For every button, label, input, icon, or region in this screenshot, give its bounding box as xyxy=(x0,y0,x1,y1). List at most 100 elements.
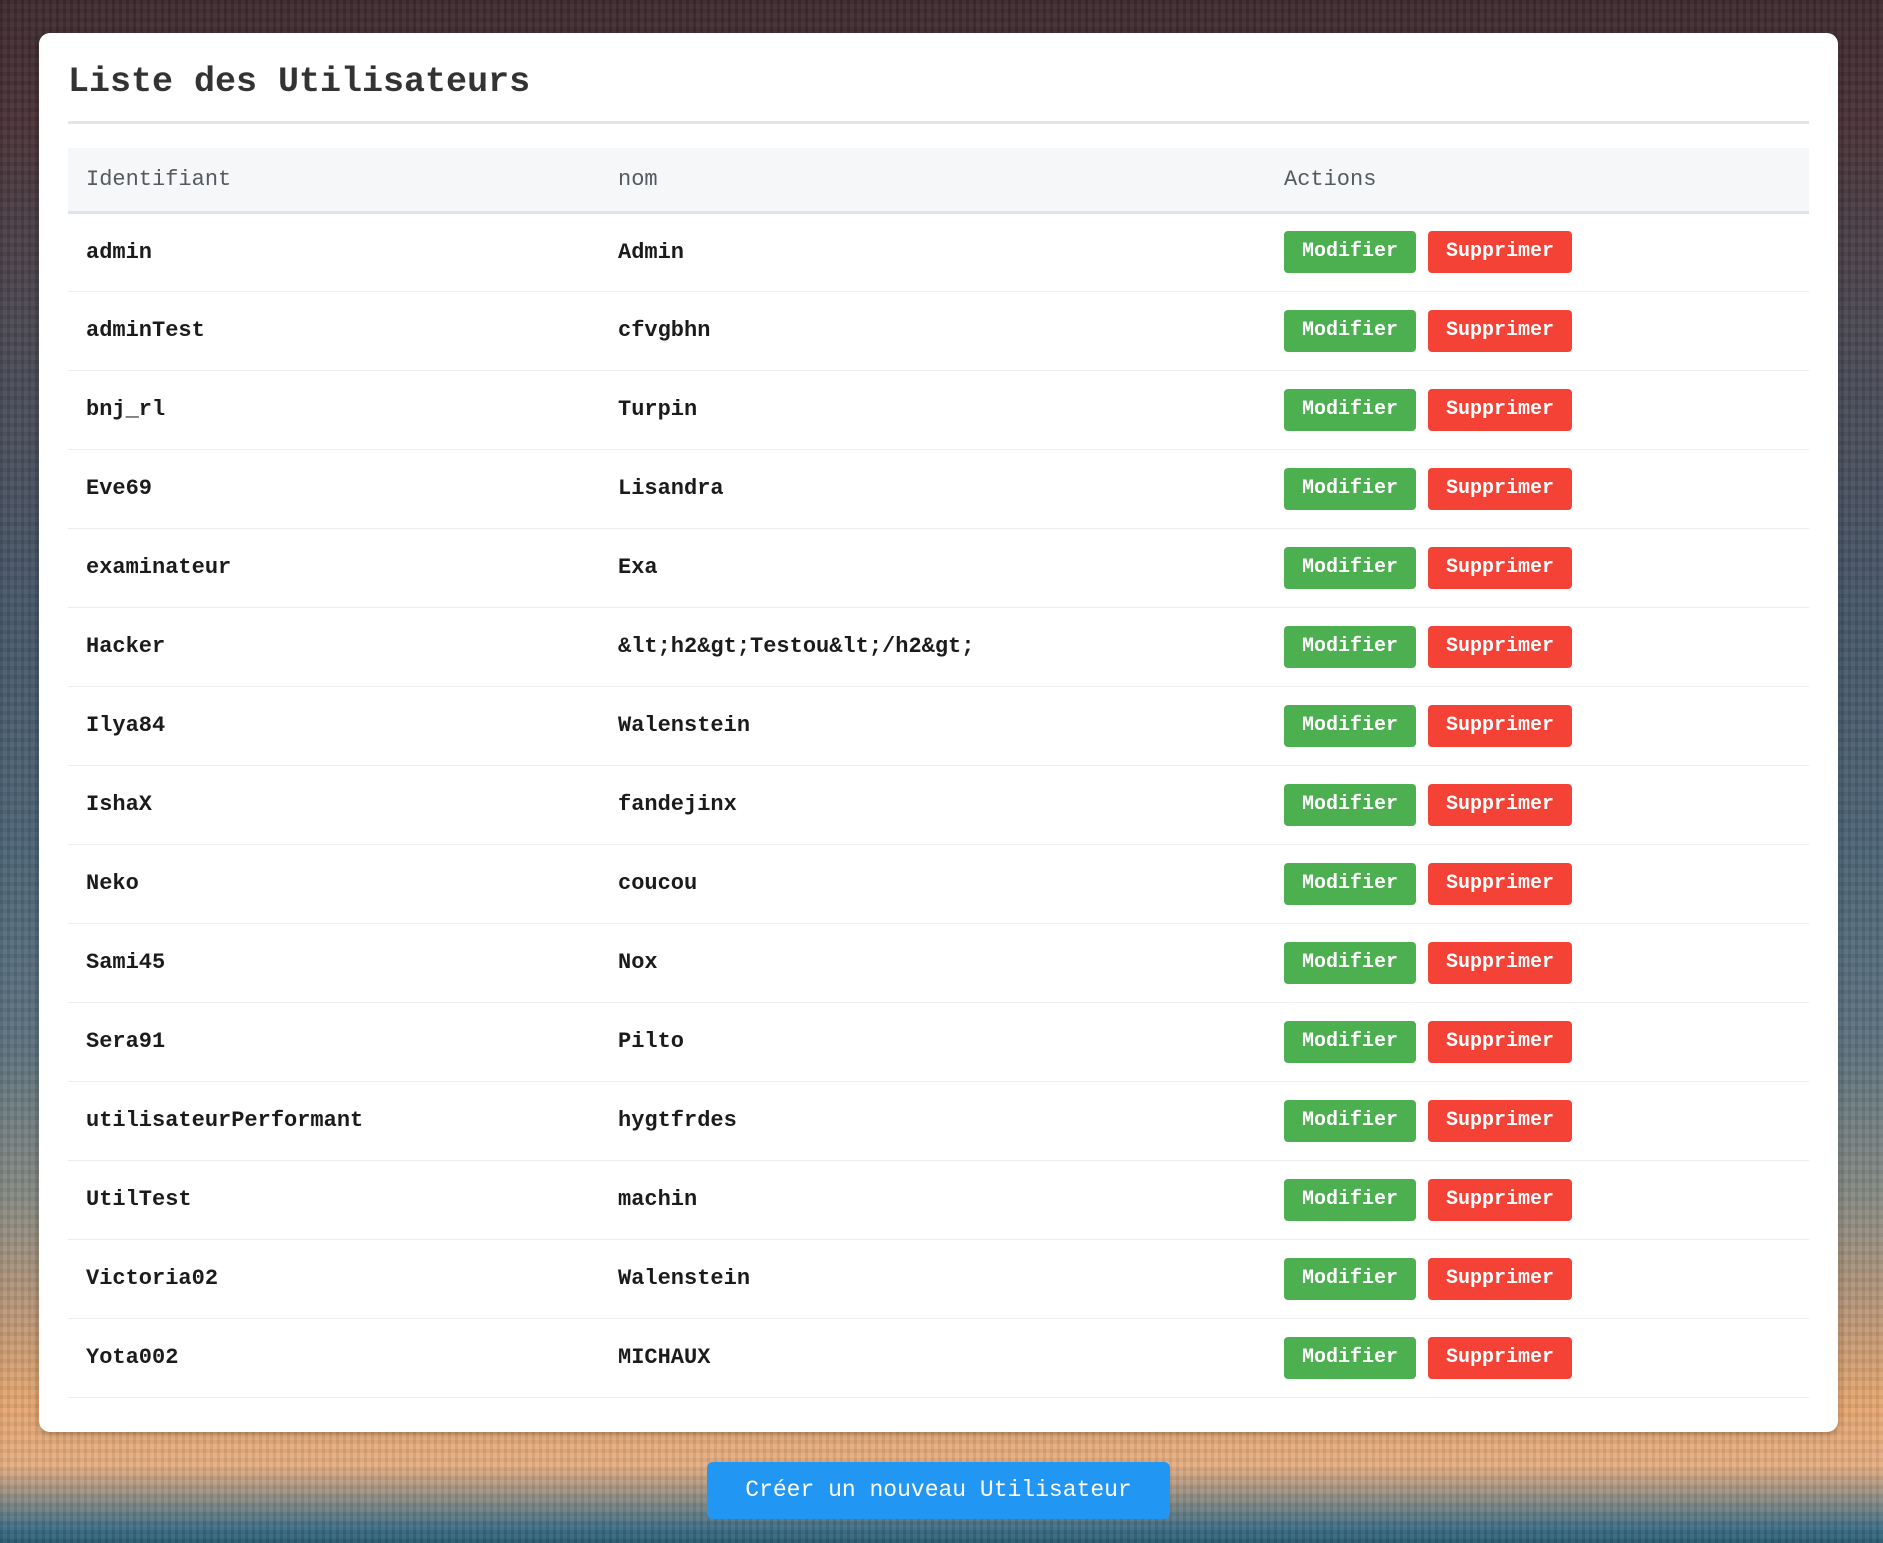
user-identifiant: Sami45 xyxy=(86,950,166,975)
modify-button[interactable]: Modifier xyxy=(1284,467,1417,510)
delete-button[interactable]: Supprimer xyxy=(1428,941,1573,984)
user-identifiant: adminTest xyxy=(86,318,205,343)
user-identifiant: bnj_rl xyxy=(86,397,166,422)
modify-button[interactable]: Modifier xyxy=(1284,1257,1417,1300)
users-card: Liste des Utilisateurs Identifiant nom A… xyxy=(39,33,1838,1432)
table-row: Yota002 MICHAUX Modifier Supprimer xyxy=(68,1318,1809,1397)
user-identifiant: Eve69 xyxy=(86,476,153,501)
user-actions: Modifier Supprimer xyxy=(1266,291,1809,370)
user-nom: Walenstein xyxy=(618,1266,751,1291)
user-actions: Modifier Supprimer xyxy=(1266,1318,1809,1397)
modify-button[interactable]: Modifier xyxy=(1284,1099,1417,1142)
delete-button[interactable]: Supprimer xyxy=(1428,625,1573,668)
user-nom: machin xyxy=(618,1187,698,1212)
user-actions: Modifier Supprimer xyxy=(1266,607,1809,686)
delete-button[interactable]: Supprimer xyxy=(1428,546,1573,589)
table-row: Eve69 Lisandra Modifier Supprimer xyxy=(68,449,1809,528)
user-nom: hygtfrdes xyxy=(618,1108,737,1133)
delete-button[interactable]: Supprimer xyxy=(1428,704,1573,747)
table-header: Identifiant nom Actions xyxy=(68,148,1809,212)
table-body: admin Admin Modifier Supprimer adminTest cfvg… xyxy=(68,212,1809,1397)
column-header-identifiant: Identifiant xyxy=(86,166,232,192)
modify-button[interactable]: Modifier xyxy=(1284,862,1417,905)
user-actions: Modifier Supprimer xyxy=(1266,844,1809,923)
delete-button[interactable]: Supprimer xyxy=(1428,1336,1573,1379)
table-row: admin Admin Modifier Supprimer xyxy=(68,212,1809,291)
table-row: UtilTest machin Modifier Supprimer xyxy=(68,1160,1809,1239)
table-row: Hacker &lt;h2&gt;Testou&lt;/h2&gt; Modifie… xyxy=(68,607,1809,686)
column-header-nom: nom xyxy=(618,166,658,192)
modify-button[interactable]: Modifier xyxy=(1284,231,1417,273)
delete-button[interactable]: Supprimer xyxy=(1428,231,1573,273)
user-nom: Turpin xyxy=(618,397,698,422)
table-header-row: Identifiant nom Actions xyxy=(68,148,1809,212)
user-nom: fandejinx xyxy=(618,792,737,817)
user-actions: Modifier Supprimer xyxy=(1266,212,1809,291)
user-actions: Modifier Supprimer xyxy=(1266,1239,1809,1318)
delete-button[interactable]: Supprimer xyxy=(1428,1099,1573,1142)
user-identifiant: Sera91 xyxy=(86,1029,166,1054)
modify-button[interactable]: Modifier xyxy=(1284,546,1417,589)
user-actions: Modifier Supprimer xyxy=(1266,1002,1809,1081)
modify-button[interactable]: Modifier xyxy=(1284,1178,1417,1221)
table-row: adminTest cfvgbhn Modifier Supprimer xyxy=(68,291,1809,370)
user-identifiant: utilisateurPerformant xyxy=(86,1108,364,1133)
modify-button[interactable]: Modifier xyxy=(1284,1020,1417,1063)
delete-button[interactable]: Supprimer xyxy=(1428,1178,1573,1221)
modify-button[interactable]: Modifier xyxy=(1284,783,1417,826)
user-actions: Modifier Supprimer xyxy=(1266,923,1809,1002)
delete-button[interactable]: Supprimer xyxy=(1428,1257,1573,1300)
user-nom: Lisandra xyxy=(618,476,724,501)
user-identifiant: Neko xyxy=(86,871,139,896)
user-actions: Modifier Supprimer xyxy=(1266,528,1809,607)
user-nom: coucou xyxy=(618,871,698,896)
user-identifiant: IshaX xyxy=(86,792,153,817)
user-identifiant: Yota002 xyxy=(86,1345,179,1370)
table-row: bnj_rl Turpin Modifier Supprimer xyxy=(68,370,1809,449)
user-nom: Pilto xyxy=(618,1029,685,1054)
delete-button[interactable]: Supprimer xyxy=(1428,1020,1573,1063)
users-table: Identifiant nom Actions admin Admin Modifi… xyxy=(68,148,1809,1398)
user-identifiant: UtilTest xyxy=(86,1187,192,1212)
delete-button[interactable]: Supprimer xyxy=(1428,862,1573,905)
delete-button[interactable]: Supprimer xyxy=(1428,309,1573,352)
user-identifiant: Victoria02 xyxy=(86,1266,219,1291)
user-identifiant: Ilya84 xyxy=(86,713,166,738)
table-row: utilisateurPerformant hygtfrdes Modifier Su… xyxy=(68,1081,1809,1160)
table-row: Ilya84 Walenstein Modifier Supprimer xyxy=(68,686,1809,765)
table-row: Neko coucou Modifier Supprimer xyxy=(68,844,1809,923)
create-user-button[interactable]: Créer un nouveau Utilisateur xyxy=(707,1462,1170,1519)
user-nom: &lt;h2&gt;Testou&lt;/h2&gt; xyxy=(618,634,975,659)
user-identifiant: examinateur xyxy=(86,555,232,580)
table-row: IshaX fandejinx Modifier Supprimer xyxy=(68,765,1809,844)
user-nom: Exa xyxy=(618,555,658,580)
table-row: Sami45 Nox Modifier Supprimer xyxy=(68,923,1809,1002)
modify-button[interactable]: Modifier xyxy=(1284,625,1417,668)
delete-button[interactable]: Supprimer xyxy=(1428,783,1573,826)
page-title: Liste des Utilisateurs xyxy=(68,33,1809,124)
user-actions: Modifier Supprimer xyxy=(1266,1160,1809,1239)
modify-button[interactable]: Modifier xyxy=(1284,1336,1417,1379)
table-row: Victoria02 Walenstein Modifier Supprimer xyxy=(68,1239,1809,1318)
table-row: examinateur Exa Modifier Supprimer xyxy=(68,528,1809,607)
user-nom: Nox xyxy=(618,950,658,975)
modify-button[interactable]: Modifier xyxy=(1284,941,1417,984)
user-nom: cfvgbhn xyxy=(618,318,711,343)
modify-button[interactable]: Modifier xyxy=(1284,388,1417,431)
user-actions: Modifier Supprimer xyxy=(1266,1081,1809,1160)
user-nom: MICHAUX xyxy=(618,1345,711,1370)
modify-button[interactable]: Modifier xyxy=(1284,309,1417,352)
user-nom: Walenstein xyxy=(618,713,751,738)
delete-button[interactable]: Supprimer xyxy=(1428,467,1573,510)
user-nom: Admin xyxy=(618,239,685,265)
user-actions: Modifier Supprimer xyxy=(1266,686,1809,765)
table-row: Sera91 Pilto Modifier Supprimer xyxy=(68,1002,1809,1081)
user-actions: Modifier Supprimer xyxy=(1266,449,1809,528)
user-actions: Modifier Supprimer xyxy=(1266,765,1809,844)
column-header-actions: Actions xyxy=(1284,166,1377,192)
modify-button[interactable]: Modifier xyxy=(1284,704,1417,747)
delete-button[interactable]: Supprimer xyxy=(1428,388,1573,431)
user-actions: Modifier Supprimer xyxy=(1266,370,1809,449)
user-identifiant: Hacker xyxy=(86,634,166,659)
user-identifiant: admin xyxy=(86,239,153,265)
